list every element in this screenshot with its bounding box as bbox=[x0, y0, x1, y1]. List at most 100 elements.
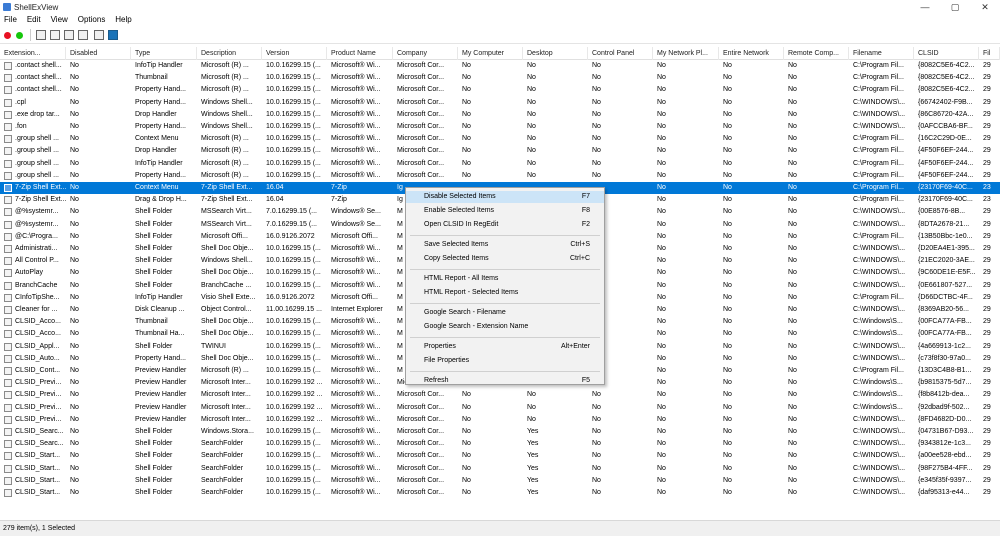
table-cell: No bbox=[70, 293, 79, 301]
table-cell: Shell Folder bbox=[135, 452, 173, 460]
context-menu-item[interactable]: Disable Selected Items F7 bbox=[406, 191, 604, 203]
table-cell: No bbox=[657, 452, 666, 460]
table-cell: No bbox=[657, 86, 666, 94]
table-cell: Object Control... bbox=[201, 306, 252, 313]
table-cell: 29 bbox=[983, 74, 991, 82]
table-cell: C:\WINDOWS\... bbox=[853, 440, 906, 448]
column-header-cell[interactable]: Remote Comp... bbox=[784, 47, 849, 60]
column-header-cell[interactable]: Version bbox=[262, 47, 327, 60]
table-cell: Thumbnail bbox=[135, 74, 168, 82]
table-cell: 7-Zip bbox=[331, 196, 347, 204]
column-header-cell[interactable]: Fil bbox=[979, 47, 1000, 60]
column-header-cell[interactable]: Entire Network bbox=[719, 47, 784, 60]
column-header-cell[interactable]: Desktop bbox=[523, 47, 588, 60]
table-row[interactable]: .contact shell... No Property Hand... Micro… bbox=[0, 84, 1000, 96]
column-header-cell[interactable]: My Network Pl... bbox=[653, 47, 719, 60]
table-cell: No bbox=[657, 428, 666, 435]
table-cell: No bbox=[592, 98, 601, 106]
column-header-cell[interactable]: Extension... bbox=[0, 47, 66, 60]
context-menu-item[interactable]: HTML Report - Selected Items bbox=[406, 287, 604, 299]
table-row[interactable]: .cpl No Property Hand... Windows Shell... 10… bbox=[0, 97, 1000, 109]
menu-help[interactable]: Help bbox=[111, 14, 131, 24]
context-menu-item[interactable]: Refresh F5 bbox=[406, 375, 604, 387]
copy-list-icon[interactable] bbox=[64, 30, 74, 40]
table-row[interactable]: .contact shell... No InfoTip Handler Micros… bbox=[0, 60, 1000, 72]
table-cell: @%systemr... bbox=[15, 208, 59, 216]
context-menu-item[interactable]: Google Search - Filename bbox=[406, 307, 604, 319]
table-cell: No bbox=[657, 281, 666, 289]
table-row[interactable]: .group shell ... No Drop Handler Microsoft … bbox=[0, 145, 1000, 157]
context-menu-item[interactable]: Save Selected Items Ctrl+S bbox=[406, 239, 604, 251]
report-icon[interactable] bbox=[94, 30, 104, 40]
column-header-cell[interactable]: Product Name bbox=[327, 47, 393, 60]
context-menu-item[interactable]: Open CLSID In RegEdit F2 bbox=[406, 219, 604, 231]
table-row[interactable]: .group shell ... No InfoTip Handler Microso… bbox=[0, 158, 1000, 170]
table-row[interactable]: CLSID_Searc... No Shell Folder Windows.Stor… bbox=[0, 426, 1000, 438]
table-row[interactable]: CLSID_Searc... No Shell Folder SearchFolder… bbox=[0, 438, 1000, 450]
context-menu-item[interactable]: HTML Report - All Items bbox=[406, 273, 604, 285]
column-header-cell[interactable]: Description bbox=[197, 47, 262, 60]
table-cell: No bbox=[592, 171, 601, 179]
table-cell: No bbox=[70, 306, 79, 313]
table-cell: No bbox=[723, 220, 732, 228]
table-row[interactable]: .group shell ... No Context Menu Microsoft … bbox=[0, 133, 1000, 145]
table-cell: 10.0.16299.15 (... bbox=[266, 98, 321, 106]
table-cell: Thumbnail bbox=[135, 318, 168, 326]
menu-item-shortcut: F7 bbox=[581, 193, 590, 200]
context-menu-item[interactable]: Google Search - Extension Name bbox=[406, 321, 604, 333]
table-row[interactable]: CLSID_Previ... No Preview Handler Microsoft… bbox=[0, 402, 1000, 414]
table-row[interactable]: CLSID_Start... No Shell Folder SearchFolder… bbox=[0, 475, 1000, 487]
table-row[interactable]: CLSID_Previ... No Preview Handler Microsoft… bbox=[0, 414, 1000, 426]
context-menu-item[interactable]: Enable Selected Items F8 bbox=[406, 205, 604, 217]
table-row[interactable]: .group shell ... No Property Hand... Micros… bbox=[0, 170, 1000, 182]
close-button[interactable]: ✕ bbox=[970, 0, 1000, 14]
context-menu-item[interactable]: Properties Alt+Enter bbox=[406, 341, 604, 353]
table-cell: No bbox=[70, 354, 79, 362]
table-cell: Microsoft Cor... bbox=[397, 476, 445, 484]
table-cell: Microsoft Cor... bbox=[397, 123, 445, 130]
table-cell: No bbox=[462, 391, 471, 399]
table-row[interactable]: CLSID_Start... No Shell Folder SearchFolder… bbox=[0, 450, 1000, 462]
table-cell: No bbox=[657, 403, 666, 411]
enable-icon[interactable] bbox=[16, 32, 23, 39]
table-cell: Property Hand... bbox=[135, 86, 186, 94]
table-row[interactable]: CLSID_Start... No Shell Folder SearchFolder… bbox=[0, 487, 1000, 499]
table-row[interactable]: CLSID_Start... No Shell Folder SearchFolder… bbox=[0, 463, 1000, 475]
table-cell: No bbox=[788, 171, 797, 179]
table-cell: No bbox=[462, 464, 471, 472]
column-header-cell[interactable]: My Computer bbox=[458, 47, 523, 60]
context-menu-item[interactable]: File Properties bbox=[406, 355, 604, 367]
column-header-cell[interactable]: Filename bbox=[849, 47, 914, 60]
menu-options[interactable]: Options bbox=[74, 14, 106, 24]
table-cell: No bbox=[723, 293, 732, 301]
disable-icon[interactable] bbox=[4, 32, 11, 39]
menu-view[interactable]: View bbox=[47, 14, 68, 24]
table-cell: Shell Doc Obje... bbox=[201, 354, 254, 362]
copy-icon[interactable] bbox=[50, 30, 60, 40]
column-header-cell[interactable]: Disabled bbox=[66, 47, 131, 60]
table-cell: No bbox=[788, 367, 797, 374]
table-row[interactable]: .fon No Property Hand... Windows Shell... 10… bbox=[0, 121, 1000, 133]
menu-edit[interactable]: Edit bbox=[23, 14, 41, 24]
table-cell: No bbox=[788, 428, 797, 435]
column-header-cell[interactable]: Type bbox=[131, 47, 197, 60]
table-row[interactable]: .contact shell... No Thumbnail Microsoft (R… bbox=[0, 72, 1000, 84]
properties-icon[interactable] bbox=[78, 30, 88, 40]
table-cell: No bbox=[723, 403, 732, 411]
maximize-button[interactable]: ▢ bbox=[940, 0, 970, 14]
save-icon[interactable] bbox=[36, 30, 46, 40]
table-row[interactable]: .exe drop tar... No Drop Handler Windows Sh… bbox=[0, 109, 1000, 121]
table-cell: {21EC2020-3AE... bbox=[918, 257, 975, 265]
menu-file[interactable]: File bbox=[0, 14, 17, 24]
table-cell: 29 bbox=[983, 147, 991, 155]
column-header-cell[interactable]: Control Panel bbox=[588, 47, 653, 60]
column-header-cell[interactable]: CLSID bbox=[914, 47, 979, 60]
table-cell: {9343812e-1c3... bbox=[918, 440, 971, 448]
exit-icon[interactable] bbox=[108, 30, 118, 40]
minimize-button[interactable]: — bbox=[910, 0, 940, 14]
table-cell: No bbox=[788, 62, 797, 69]
table-row[interactable]: CLSID_Previ... No Preview Handler Microsoft… bbox=[0, 389, 1000, 401]
table-cell: CLSID_Searc... bbox=[15, 428, 64, 435]
column-header-cell[interactable]: Company bbox=[393, 47, 458, 60]
context-menu-item[interactable]: Copy Selected Items Ctrl+C bbox=[406, 253, 604, 265]
